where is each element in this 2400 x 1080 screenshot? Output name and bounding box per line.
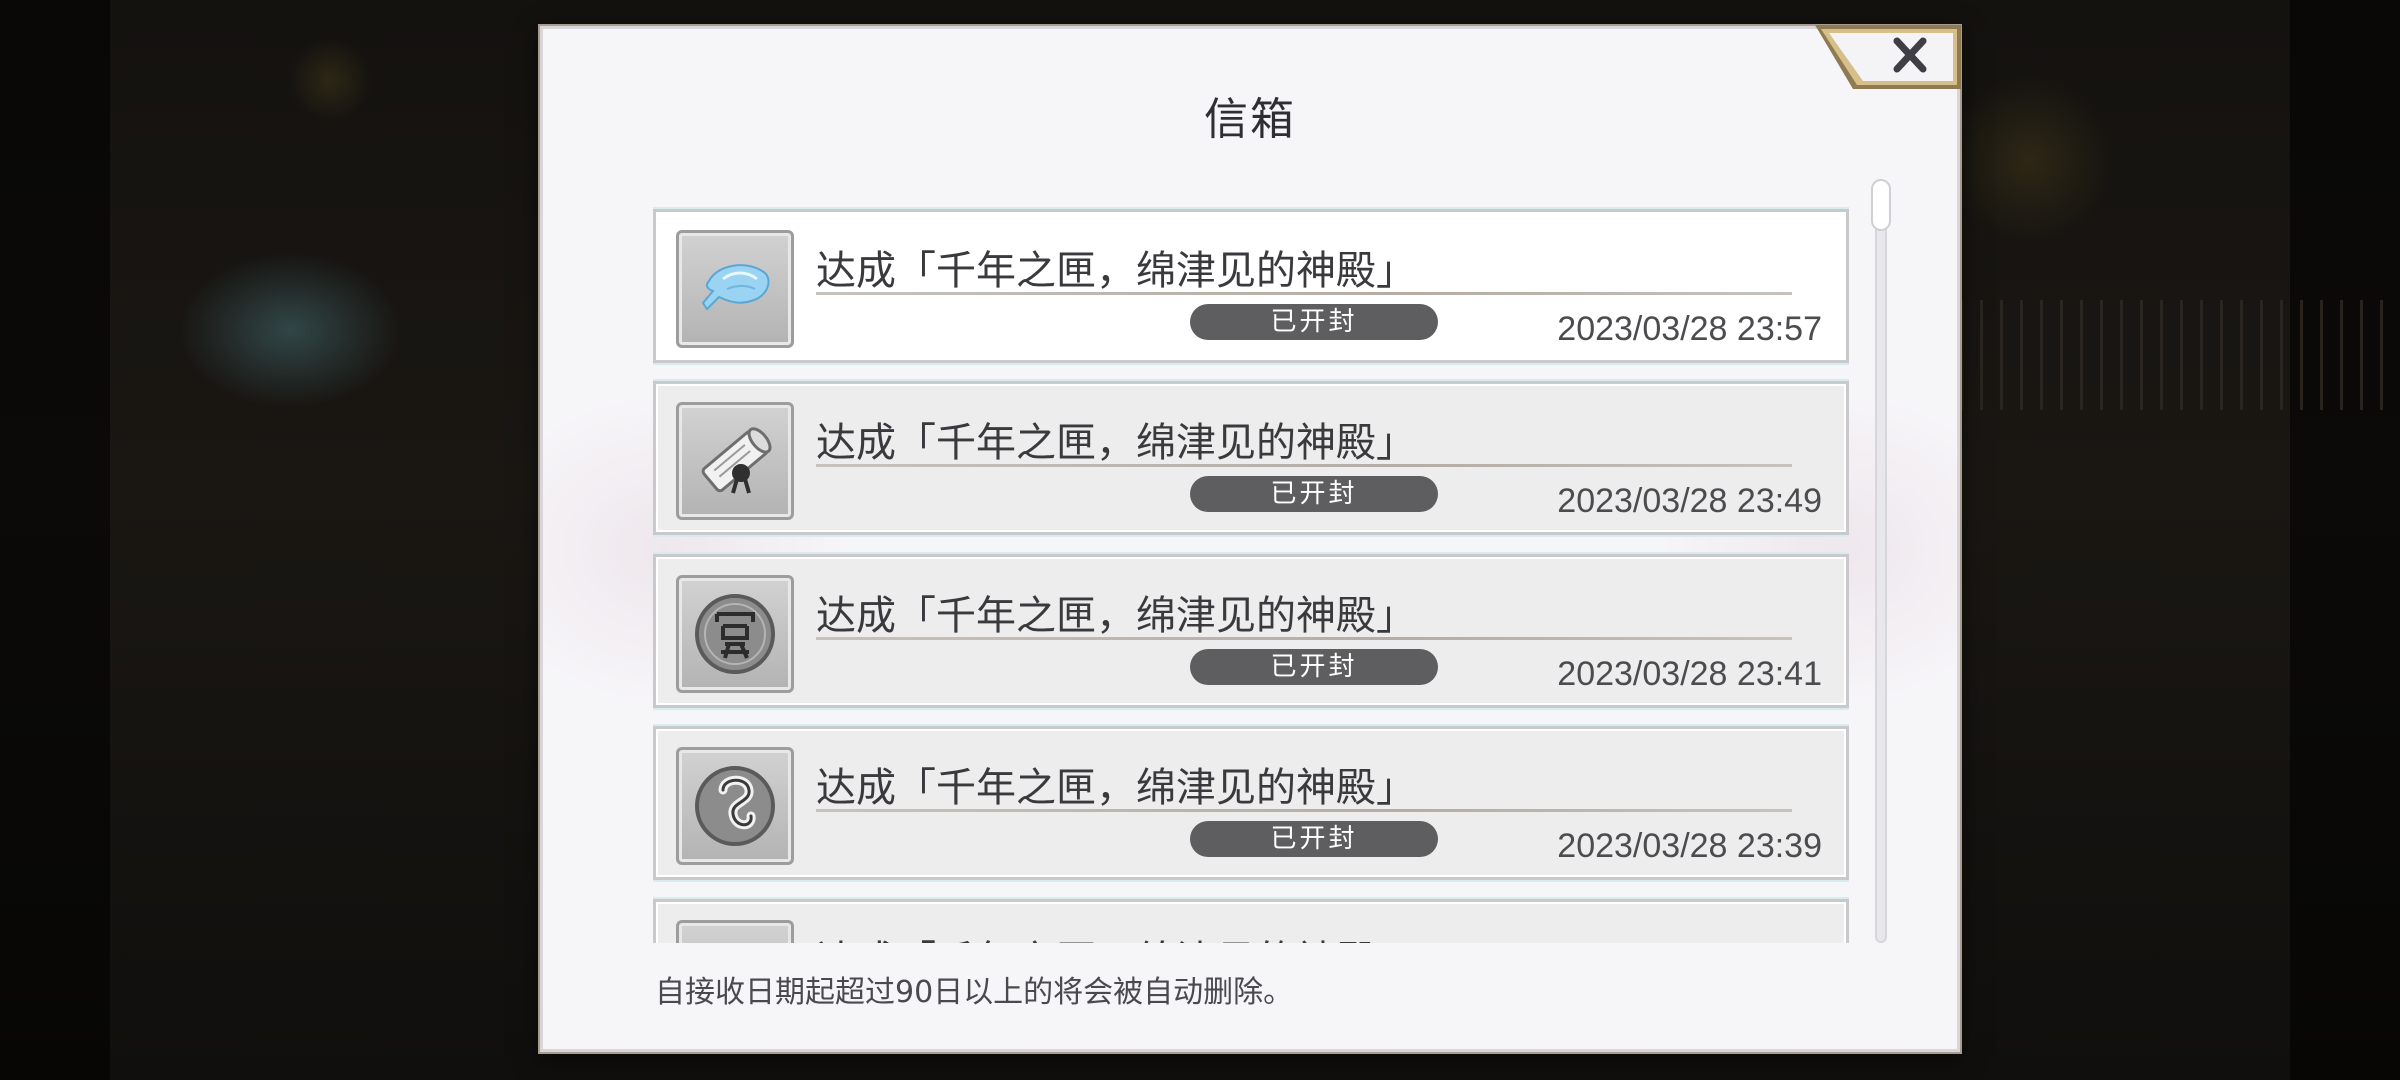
- scroll-icon: [676, 920, 794, 943]
- mail-date: 2023/03/28 23:41: [1557, 655, 1822, 693]
- background-fence: [1960, 300, 2400, 410]
- mailbox-dialog: 信箱 达成「千年之匣，绵津见的神殿」 已开封 2023/03/28 23:57: [540, 23, 1963, 1052]
- mail-title: 达成「千年之匣，绵津见的神殿」: [816, 765, 1416, 811]
- auto-delete-notice: 自接收日期起超过90日以上的将会被自动删除。: [655, 975, 1294, 1010]
- status-badge: 已开封: [1190, 304, 1438, 340]
- mail-item[interactable]: 达成「千年之匣，绵津见的神殿」 已开封 2023/03/28 23:41: [653, 554, 1849, 708]
- mail-title: 达成「千年之匣，绵津见的神殿」: [816, 593, 1416, 639]
- mail-list[interactable]: 达成「千年之匣，绵津见的神殿」 已开封 2023/03/28 23:57 达成「…: [653, 179, 1849, 943]
- status-badge: 已开封: [1190, 649, 1438, 685]
- mail-date: 2023/03/28 23:39: [1557, 827, 1822, 865]
- close-button[interactable]: [1813, 23, 1963, 91]
- divider: [816, 464, 1792, 467]
- close-x-icon: [1815, 25, 1961, 89]
- scrollbar-thumb[interactable]: [1871, 179, 1891, 231]
- scroll-icon: [676, 402, 794, 520]
- mail-title: 达成「千年之匣，绵津见的神殿」: [816, 248, 1416, 294]
- background-shade-right: [2290, 0, 2400, 1080]
- mail-date: 2023/03/28 23:57: [1557, 310, 1822, 348]
- mail-item[interactable]: 达成「千年之匣，绵津见的神殿」 已开封 2023/03/28 23:39: [653, 726, 1849, 880]
- coin-emblem-icon: [676, 575, 794, 693]
- mail-title: 达成「千年之匣，绵津见的神殿」: [816, 420, 1416, 466]
- dialog-title: 信箱: [1204, 94, 1296, 145]
- status-badge: 已开封: [1190, 476, 1438, 512]
- mail-item[interactable]: 达成「千年之匣，绵津见的神殿」 已开封 2023/03/28 23:57: [653, 209, 1849, 363]
- hook-emblem-icon: [676, 747, 794, 865]
- mail-item[interactable]: 达成「千年之匣，绵津见的神殿」 已开封 2023/03/28 23:49: [653, 381, 1849, 535]
- status-badge: 已开封: [1190, 821, 1438, 857]
- mail-item[interactable]: 达成「千年之匣，绵津见的神殿」: [653, 899, 1849, 943]
- divider: [816, 809, 1792, 812]
- blue-crystal-fish-icon: [676, 230, 794, 348]
- divider: [816, 637, 1792, 640]
- scrollbar[interactable]: [1875, 179, 1887, 943]
- divider: [816, 292, 1792, 295]
- background-shade-left: [0, 0, 110, 1080]
- mail-date: 2023/03/28 23:49: [1557, 482, 1822, 520]
- mail-title: 达成「千年之匣，绵津见的神殿」: [816, 928, 1416, 943]
